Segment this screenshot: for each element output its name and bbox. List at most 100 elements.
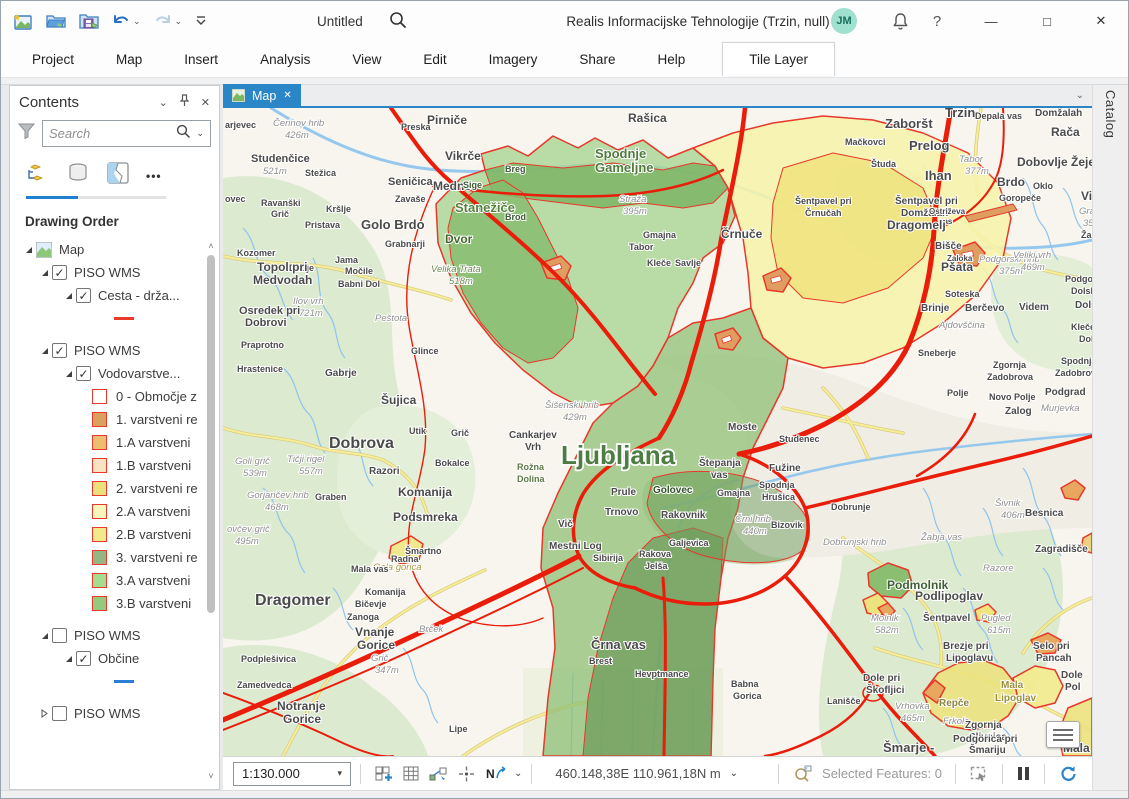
svg-text:Soteska: Soteska	[945, 289, 981, 299]
legend-swatch	[92, 389, 107, 404]
legend-item[interactable]: 3. varstveni re	[10, 546, 219, 569]
tree-item-piso-wms-2[interactable]: ✓ PISO WMS	[10, 339, 219, 362]
ribbon-tab-map[interactable]: Map	[95, 41, 163, 77]
svg-text:Tičji rigel: Tičji rigel	[287, 454, 325, 465]
svg-text:Ljubljana: Ljubljana	[561, 440, 676, 470]
svg-text:Fužine: Fužine	[769, 463, 801, 474]
tree-item-cesta[interactable]: ✓ Cesta - drža...	[10, 284, 219, 307]
map-overview-button[interactable]	[1046, 721, 1080, 748]
catalog-tab[interactable]: Catalog	[1103, 90, 1118, 138]
drawing-order-tab-icon[interactable]	[26, 162, 50, 189]
pause-drawing-icon[interactable]	[1018, 767, 1029, 780]
tree-item-piso-wms-4[interactable]: PISO WMS	[10, 702, 219, 725]
crosshair-icon[interactable]	[458, 766, 475, 782]
minimize-button[interactable]: —	[969, 1, 1013, 41]
undo-button[interactable]: ⌄	[112, 14, 141, 29]
tree-item-obcine[interactable]: ✓ Občine	[10, 647, 219, 670]
grid-icon[interactable]	[403, 766, 419, 781]
collapse-icon[interactable]	[38, 709, 52, 718]
north-arrow-icon[interactable]: N	[485, 765, 507, 782]
ribbon-tab-share[interactable]: Share	[558, 41, 636, 77]
tree-item-piso-wms-1[interactable]: ✓ PISO WMS	[10, 261, 219, 284]
more-tabs-icon[interactable]: •••	[146, 169, 162, 183]
ribbon-tab-view[interactable]: View	[331, 41, 402, 77]
svg-text:375m: 375m	[999, 266, 1023, 277]
zoom-to-selection-icon[interactable]	[793, 765, 813, 782]
close-button[interactable]: ✕	[1079, 1, 1123, 41]
svg-text:Zadobrova: Zadobrova	[987, 372, 1034, 382]
close-pane-icon[interactable]: ✕	[201, 96, 210, 109]
legend-item[interactable]: 1.B varstveni	[10, 454, 219, 477]
checkbox-checked[interactable]: ✓	[52, 265, 67, 280]
legend-item[interactable]: 1.A varstveni	[10, 431, 219, 454]
ribbon-tab-help[interactable]: Help	[636, 41, 706, 77]
svg-text:Kleče pri: Kleče pri	[1071, 322, 1092, 332]
svg-text:Dragomelj: Dragomelj	[887, 218, 946, 232]
checkbox-checked[interactable]: ✓	[76, 651, 91, 666]
new-map-grid-icon[interactable]	[375, 766, 393, 782]
ribbon-tab-tile-layer[interactable]: Tile Layer	[722, 42, 835, 76]
layer-tree: Map ✓ PISO WMS ✓ Cesta - drža...	[10, 238, 219, 725]
filter-icon[interactable]	[18, 123, 35, 144]
view-tabs-chevron-icon[interactable]: ⌄	[1076, 90, 1092, 101]
legend-item[interactable]: 3.A varstveni	[10, 569, 219, 592]
checkbox-checked[interactable]: ✓	[76, 288, 91, 303]
tree-item-vodovarstvena[interactable]: ✓ Vodovarstve...	[10, 362, 219, 385]
ribbon-tab-analysis[interactable]: Analysis	[239, 41, 331, 77]
legend-item[interactable]: 2.B varstveni	[10, 523, 219, 546]
cesta-symbol-row[interactable]	[10, 307, 219, 330]
svg-text:Sige: Sige	[463, 180, 482, 190]
notifications-icon[interactable]	[886, 1, 914, 41]
user-avatar[interactable]: JM	[831, 8, 857, 34]
north-chevron-icon[interactable]: ⌄	[514, 768, 522, 779]
svg-text:Rožna: Rožna	[517, 462, 545, 472]
coordinates-chevron-icon[interactable]: ⌄	[730, 768, 738, 779]
scroll-down-icon[interactable]: ˅	[205, 771, 217, 781]
refresh-icon[interactable]	[1059, 765, 1077, 782]
legend-item[interactable]: 3.B varstveni	[10, 592, 219, 615]
open-project-icon[interactable]	[46, 13, 66, 29]
map-view-tab[interactable]: Map ✕	[223, 84, 301, 107]
map-canvas[interactable]: arjevecČerinov hrib426mPreskaPirničeVikr…	[223, 108, 1092, 756]
obcine-symbol-row[interactable]	[10, 670, 219, 693]
customize-toolbar-button[interactable]	[195, 15, 207, 27]
search-input[interactable]	[49, 126, 176, 141]
checkbox-checked[interactable]: ✓	[52, 343, 67, 358]
scale-combobox[interactable]: 1:130.000 ▾	[233, 762, 351, 786]
close-view-icon[interactable]: ✕	[283, 90, 291, 101]
svg-text:Tabor: Tabor	[629, 242, 654, 252]
ribbon-tab-edit[interactable]: Edit	[402, 41, 467, 77]
coordinates-readout[interactable]: 460.148,38E 110.961,18N m ⌄	[555, 766, 738, 781]
scroll-up-icon[interactable]: ˄	[205, 241, 217, 251]
tree-item-map[interactable]: Map	[10, 238, 219, 261]
search-options-chevron-icon[interactable]: ⌄	[196, 128, 204, 139]
maximize-button[interactable]: □	[1025, 1, 1069, 41]
expand-icon[interactable]	[22, 246, 36, 254]
pin-icon[interactable]	[179, 94, 190, 110]
scrollbar-thumb[interactable]	[207, 255, 215, 613]
checkbox-unchecked[interactable]	[52, 628, 67, 643]
save-project-icon[interactable]	[79, 13, 99, 29]
selection-tab-icon[interactable]	[106, 162, 130, 189]
pane-menu-chevron-icon[interactable]: ⌄	[159, 96, 168, 109]
data-sources-tab-icon[interactable]	[66, 162, 90, 189]
legend-item[interactable]: 2.A varstveni	[10, 500, 219, 523]
help-icon[interactable]: ?	[923, 1, 951, 41]
svg-text:Peštota: Peštota	[375, 313, 407, 324]
legend-item[interactable]: 2. varstveni re	[10, 477, 219, 500]
search-icon[interactable]	[389, 11, 407, 34]
select-tool-icon[interactable]	[970, 766, 988, 782]
legend-item[interactable]: 1. varstveni re	[10, 408, 219, 431]
checkbox-unchecked[interactable]	[52, 706, 67, 721]
redo-button[interactable]: ⌄	[154, 14, 183, 29]
snapping-icon[interactable]	[429, 766, 448, 782]
chec kbox-checked[interactable]: ✓	[76, 366, 91, 381]
search-box-icon[interactable]	[176, 124, 190, 143]
legend-item[interactable]: 0 - Območje z	[10, 385, 219, 408]
ribbon-tab-insert[interactable]: Insert	[163, 41, 239, 77]
ribbon-tab-project[interactable]: Project	[11, 41, 95, 77]
new-project-icon[interactable]	[13, 13, 33, 30]
tree-item-piso-wms-3[interactable]: PISO WMS	[10, 624, 219, 647]
contents-scrollbar[interactable]: ˄ ˅	[205, 241, 217, 781]
ribbon-tab-imagery[interactable]: Imagery	[468, 41, 559, 77]
